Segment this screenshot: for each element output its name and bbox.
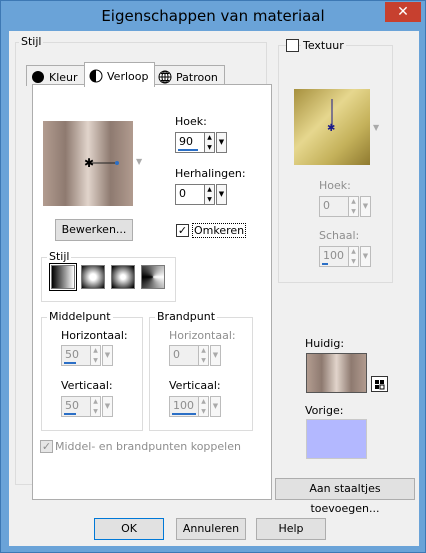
previous-label: Vorige: <box>305 404 344 417</box>
close-button[interactable]: ✕ <box>385 2 421 22</box>
add-to-swatches-button[interactable]: Aan staaltjes toevoegen... <box>275 478 415 515</box>
center-vertical-dropdown-button[interactable]: ▼ <box>102 396 113 417</box>
texture-angle-input[interactable]: 0 <box>319 196 349 217</box>
gradient-preview[interactable]: ✱ <box>43 121 133 206</box>
repeats-value: 0 <box>179 187 186 200</box>
angle-dropdown-button[interactable]: ▼ <box>216 132 227 153</box>
angle-value: 90 <box>179 135 193 148</box>
invert-checkbox[interactable]: ✓ <box>176 224 189 237</box>
angle-spin-arrows[interactable]: ▲ ▼ <box>205 132 215 153</box>
texture-preview[interactable]: ✱ <box>294 89 370 165</box>
texture-scale-spin-arrows[interactable]: ▲ ▼ <box>349 246 359 267</box>
dialog-body: Stijl Kleur Verloop Patroon ✱ ▼ Hoek: 90… <box>9 31 419 546</box>
dialog-window: Eigenschappen van materiaal ✕ Stijl Kleu… <box>0 0 426 553</box>
filled-circle-icon <box>32 71 44 83</box>
center-vertical-value: 50 <box>65 399 79 412</box>
center-horizontal-label: Horizontaal: <box>61 329 128 342</box>
window-title: Eigenschappen van materiaal <box>101 7 325 25</box>
focal-vertical-input[interactable]: 100 <box>169 396 199 417</box>
texture-scale-value: 100 <box>323 249 344 262</box>
focal-horizontal-dropdown-button[interactable]: ▼ <box>210 345 221 366</box>
focal-horizontal-label: Horizontaal: <box>169 329 236 342</box>
tab-patroon[interactable]: Patroon <box>153 65 225 86</box>
tab-verloop[interactable]: Verloop <box>84 62 156 87</box>
texture-angle-spinner[interactable]: 0 ▲ ▼ ▼ <box>319 196 371 217</box>
focal-vertical-slider-bar <box>172 413 196 415</box>
svg-text:✱: ✱ <box>327 123 335 134</box>
title-bar: Eigenschappen van materiaal ✕ <box>1 1 425 31</box>
gradient-angle-indicator: ✱ <box>84 156 119 170</box>
focal-vertical-dropdown-button[interactable]: ▼ <box>210 396 221 417</box>
center-horizontal-dropdown-button[interactable]: ▼ <box>102 345 113 366</box>
texture-angle-value: 0 <box>323 199 330 212</box>
tab-kleur[interactable]: Kleur <box>26 65 85 86</box>
center-horizontal-spin-arrows[interactable]: ▲ ▼ <box>91 345 101 366</box>
focal-vertical-value: 100 <box>173 399 194 412</box>
focal-horizontal-value: 0 <box>173 348 180 361</box>
center-vertical-label: Verticaal: <box>61 379 113 392</box>
tab-patroon-label: Patroon <box>176 70 218 84</box>
texture-angle-spin-arrows[interactable]: ▲ ▼ <box>349 196 359 217</box>
swap-materials-icon[interactable] <box>371 376 388 392</box>
focal-point-label: Brandpunt <box>155 310 218 323</box>
texture-angle-dropdown-button[interactable]: ▼ <box>360 196 371 217</box>
tab-kleur-label: Kleur <box>49 70 78 84</box>
texture-scale-spinner[interactable]: 100 ▲ ▼ ▼ <box>319 246 371 267</box>
link-points-checkbox[interactable]: ✓ <box>40 440 53 453</box>
repeats-label: Herhalingen: <box>175 167 246 180</box>
tab-verloop-label: Verloop <box>107 69 149 83</box>
angle-input[interactable]: 90 <box>175 132 205 153</box>
style-radial-button[interactable] <box>111 265 135 289</box>
texture-angle-indicator: ✱ <box>327 99 335 134</box>
invert-label[interactable]: Omkeren <box>192 223 247 238</box>
cancel-button[interactable]: Annuleren <box>176 518 246 540</box>
ok-button[interactable]: OK <box>94 518 164 540</box>
focal-horizontal-input[interactable]: 0 <box>169 345 199 366</box>
center-horizontal-spinner[interactable]: 50 ▲ ▼ ▼ <box>61 345 113 366</box>
focal-vertical-spinner[interactable]: 100 ▲ ▼ ▼ <box>169 396 221 417</box>
half-circle-icon <box>89 69 103 83</box>
angle-slider-bar <box>178 149 198 151</box>
texture-scale-dropdown-button[interactable]: ▼ <box>360 246 371 267</box>
texture-label[interactable]: Textuur <box>301 39 346 52</box>
center-horizontal-input[interactable]: 50 <box>61 345 91 366</box>
link-points-label[interactable]: Middel- en brandpunten koppelen <box>55 440 241 453</box>
edit-gradient-button[interactable]: Bewerken... <box>55 219 133 241</box>
center-vertical-input[interactable]: 50 <box>61 396 91 417</box>
svg-text:✱: ✱ <box>84 156 94 170</box>
style-group-label: Stijl <box>19 35 44 48</box>
center-horizontal-slider-bar <box>64 362 76 364</box>
focal-vertical-spin-arrows[interactable]: ▲ ▼ <box>199 396 209 417</box>
focal-vertical-label: Verticaal: <box>169 379 221 392</box>
center-point-label: Middelpunt <box>47 310 113 323</box>
current-label: Huidig: <box>305 337 345 350</box>
current-material-swatch <box>306 353 367 393</box>
previous-material-swatch[interactable] <box>306 419 367 459</box>
repeats-spinner[interactable]: 0 ▲ ▼ ▼ <box>175 184 227 205</box>
angle-label: Hoek: <box>175 115 207 128</box>
center-horizontal-value: 50 <box>65 348 79 361</box>
texture-dropdown-arrow[interactable]: ▼ <box>373 123 379 132</box>
center-vertical-spinner[interactable]: 50 ▲ ▼ ▼ <box>61 396 113 417</box>
texture-scale-label: Schaal: <box>319 229 360 242</box>
texture-scale-slider-bar <box>322 263 328 265</box>
gradient-style-label: Stijl <box>47 250 72 263</box>
style-rectangular-button[interactable] <box>81 265 105 289</box>
style-sunburst-button[interactable] <box>141 265 165 289</box>
globe-pattern-icon <box>158 70 172 84</box>
gradient-dropdown-arrow[interactable]: ▼ <box>136 157 142 166</box>
texture-checkbox[interactable] <box>286 39 299 52</box>
repeats-spin-arrows[interactable]: ▲ ▼ <box>205 184 215 205</box>
center-vertical-slider-bar <box>64 413 76 415</box>
help-button[interactable]: Help <box>256 518 326 540</box>
focal-horizontal-spin-arrows[interactable]: ▲ ▼ <box>199 345 209 366</box>
texture-scale-input[interactable]: 100 <box>319 246 349 267</box>
focal-horizontal-spinner[interactable]: 0 ▲ ▼ ▼ <box>169 345 221 366</box>
repeats-input[interactable]: 0 <box>175 184 205 205</box>
repeats-dropdown-button[interactable]: ▼ <box>216 184 227 205</box>
texture-angle-label: Hoek: <box>319 179 351 192</box>
angle-spinner[interactable]: 90 ▲ ▼ ▼ <box>175 132 227 153</box>
style-linear-button[interactable] <box>49 263 77 291</box>
center-vertical-spin-arrows[interactable]: ▲ ▼ <box>91 396 101 417</box>
